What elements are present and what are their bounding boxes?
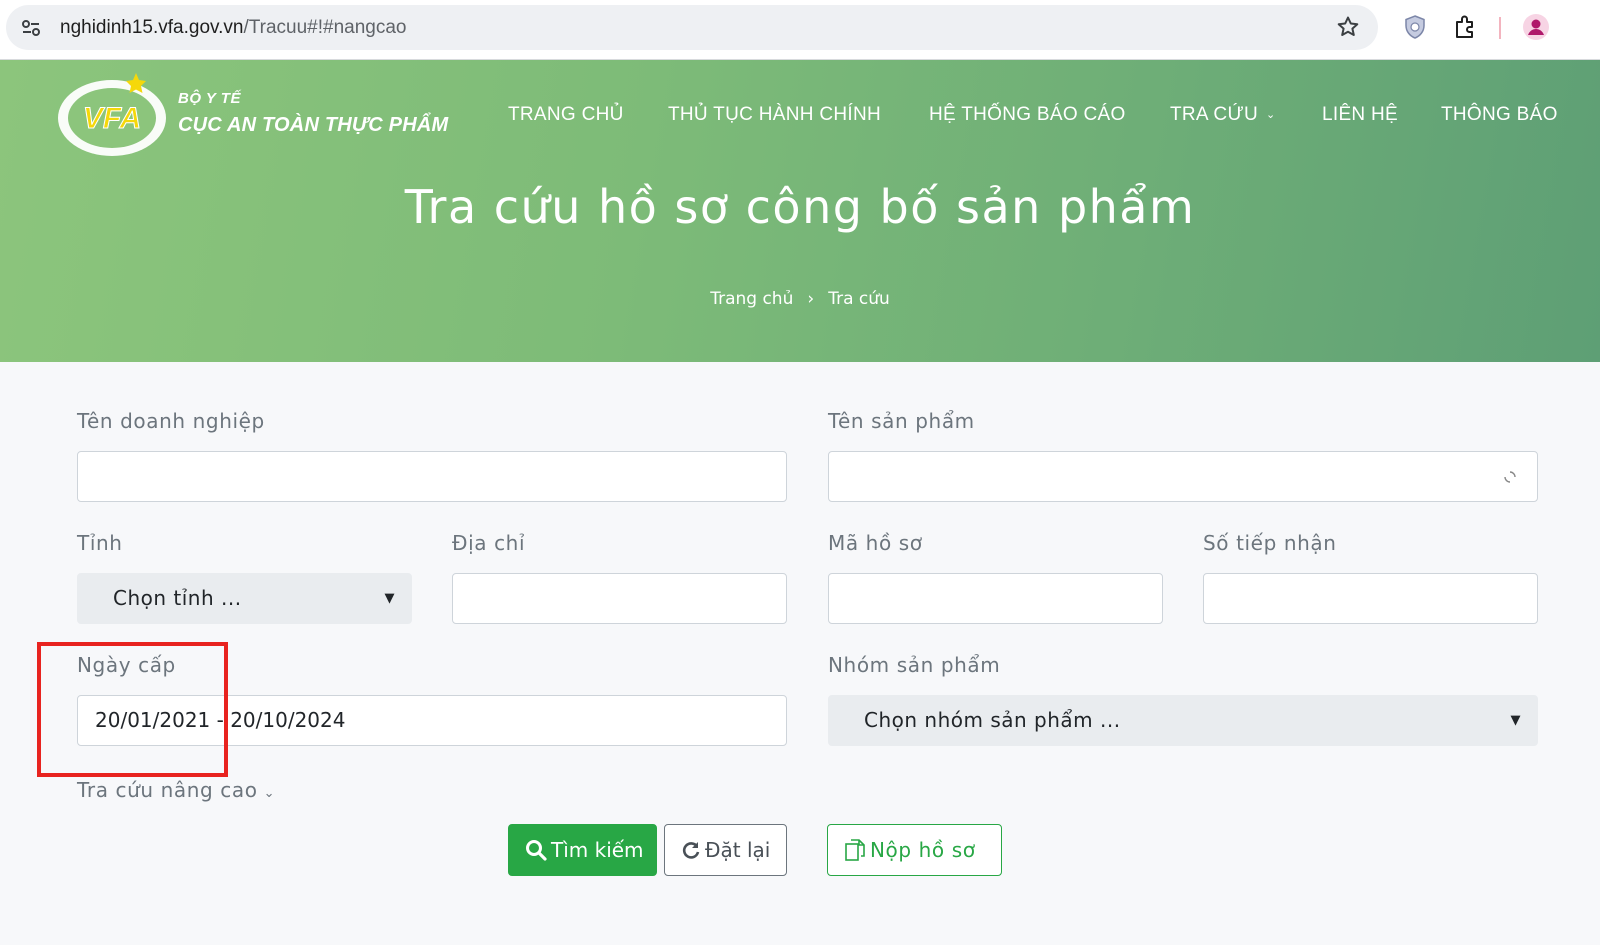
dropdown-arrow-icon: ▼ (384, 591, 395, 606)
nav-item-announcements[interactable]: THÔNG BÁO (1441, 104, 1558, 126)
breadcrumb-separator: › (807, 289, 815, 309)
chevron-down-icon: ⌄ (263, 786, 276, 801)
company-name-input[interactable] (77, 451, 787, 502)
product-name-label: Tên sản phẩm (828, 409, 975, 433)
search-button-label: Tìm kiếm (551, 838, 644, 862)
province-select-value: Chọn tỉnh ... (113, 586, 242, 610)
shield-icon[interactable] (1402, 14, 1428, 40)
highlight-box (37, 642, 228, 777)
hero-banner: VFA BỘ Y TẾ CỤC AN TOÀN THỰC PHẨM TRANG … (0, 60, 1600, 362)
search-icon (526, 839, 547, 861)
breadcrumb-current: Tra cứu (828, 289, 890, 309)
main-nav: TRANG CHỦ THỦ TỤC HÀNH CHÍNH HỆ THỐNG BÁ… (0, 104, 1600, 134)
product-group-select-value: Chọn nhóm sản phẩm ... (864, 708, 1121, 732)
toolbar-separator (1499, 17, 1501, 39)
chevron-down-icon: ⌄ (1266, 109, 1276, 122)
receipt-number-label: Số tiếp nhận (1203, 531, 1337, 555)
receipt-number-input[interactable] (1203, 573, 1538, 624)
profile-icon[interactable] (1522, 13, 1550, 41)
address-label: Địa chỉ (452, 531, 526, 555)
province-select[interactable]: Chọn tỉnh ... ▼ (77, 573, 412, 624)
extensions-icon[interactable] (1452, 14, 1478, 40)
nav-item-home[interactable]: TRANG CHỦ (508, 104, 624, 126)
search-button[interactable]: Tìm kiếm (508, 824, 657, 876)
file-code-label: Mã hồ sơ (828, 531, 923, 555)
advanced-search-toggle[interactable]: Tra cứu nâng cao ⌄ (77, 778, 275, 802)
url-text[interactable]: nghidinh15.vfa.gov.vn/Tracuu#!#nangcao (60, 17, 406, 39)
url-path: /Tracuu#!#nangcao (243, 17, 407, 38)
company-name-label: Tên doanh nghiệp (77, 409, 265, 433)
page-title: Tra cứu hồ sơ công bố sản phẩm (404, 180, 1196, 234)
refresh-icon (682, 841, 700, 859)
nav-item-contact[interactable]: LIÊN HỆ (1322, 104, 1398, 126)
site-info-icon[interactable] (20, 17, 42, 39)
product-group-label: Nhóm sản phẩm (828, 653, 1001, 677)
nav-item-reports[interactable]: HỆ THỐNG BÁO CÁO (929, 104, 1126, 126)
breadcrumb-home[interactable]: Trang chủ (710, 289, 793, 309)
star-icon[interactable] (1336, 15, 1360, 39)
product-name-input[interactable] (828, 451, 1538, 502)
submit-file-button[interactable]: Nộp hồ sơ (827, 824, 1002, 876)
province-label: Tỉnh (77, 531, 123, 555)
file-code-input[interactable] (828, 573, 1163, 624)
address-input[interactable] (452, 573, 787, 624)
breadcrumb: Trang chủ › Tra cứu (0, 289, 1600, 309)
advanced-search-label: Tra cứu nâng cao (77, 778, 258, 802)
browser-toolbar: nghidinh15.vfa.gov.vn/Tracuu#!#nangcao (0, 0, 1600, 60)
address-bar[interactable]: nghidinh15.vfa.gov.vn/Tracuu#!#nangcao (6, 5, 1378, 50)
search-form: Tên doanh nghiệp Tên sản phẩm Tỉnh Chọn … (0, 362, 1600, 945)
file-copy-icon (845, 838, 865, 861)
nav-item-lookup-label: TRA CỨU (1170, 104, 1258, 125)
product-group-select[interactable]: Chọn nhóm sản phẩm ... ▼ (828, 695, 1538, 746)
loading-spinner-icon (1504, 471, 1516, 483)
dropdown-arrow-icon: ▼ (1510, 713, 1521, 728)
nav-item-procedures[interactable]: THỦ TỤC HÀNH CHÍNH (668, 104, 881, 126)
submit-file-button-label: Nộp hồ sơ (870, 838, 976, 862)
reset-button[interactable]: Đặt lại (664, 824, 787, 876)
url-host: nghidinh15.vfa.gov.vn (60, 17, 244, 38)
nav-item-lookup[interactable]: TRA CỨU ⌄ (1170, 104, 1276, 126)
reset-button-label: Đặt lại (705, 838, 771, 862)
